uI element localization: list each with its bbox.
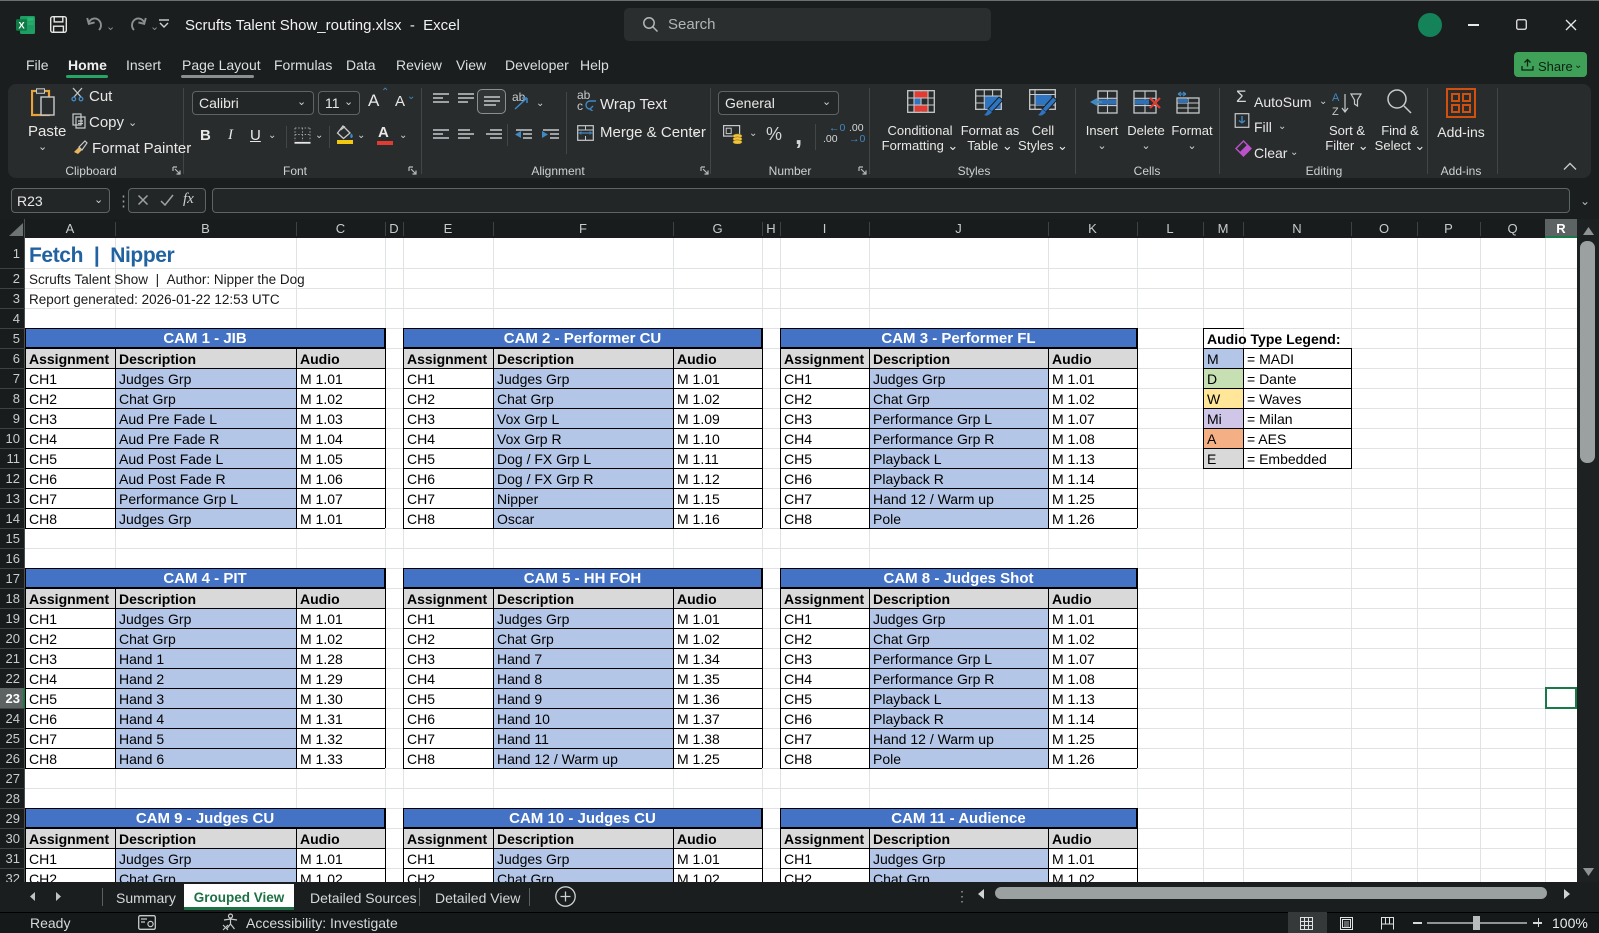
svg-text:X: X — [18, 21, 25, 32]
svg-text:Z: Z — [1332, 106, 1339, 116]
svg-text:A: A — [1332, 92, 1340, 104]
